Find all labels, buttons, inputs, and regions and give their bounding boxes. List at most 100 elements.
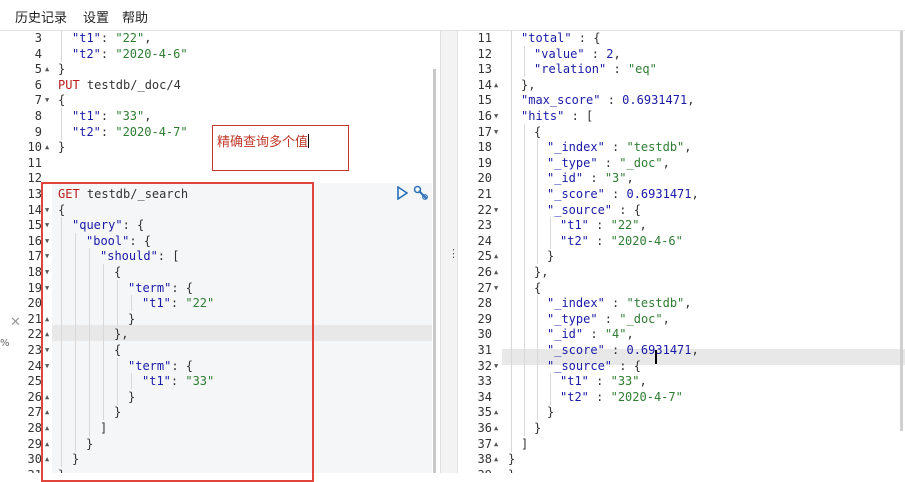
code-token: "_score"	[547, 187, 605, 201]
line-number: 6	[34, 77, 42, 92]
code-text: "_source" : {	[547, 202, 641, 218]
code-token: ]	[521, 436, 529, 451]
line-number: 15	[27, 218, 42, 233]
code-text: "t1" : "33",	[560, 373, 647, 389]
code-line[interactable]: 23 "t1" : "22",	[458, 217, 905, 234]
code-token: "hits"	[521, 109, 565, 123]
code-line[interactable]: 21 "_score" : 0.6931471,	[458, 186, 905, 202]
code-line[interactable]: 25 ▲}	[458, 248, 905, 265]
play-icon[interactable]	[396, 186, 408, 200]
code-line[interactable]: 6 PUT testdb/_doc/4	[0, 77, 440, 93]
line-number: 36	[477, 421, 492, 435]
code-line[interactable]: 12 "value" : 2,	[458, 45, 905, 62]
code-line[interactable]: 29 "_type" : "_doc",	[458, 310, 905, 327]
fold-open-icon[interactable]: ▼	[45, 92, 49, 108]
indent-guide	[524, 186, 525, 202]
fold-close-icon[interactable]: ▲	[494, 436, 498, 452]
code-line[interactable]: 39▲}	[458, 467, 905, 473]
code-line[interactable]: 36 ▲}	[458, 420, 905, 436]
code-line[interactable]: 11 "total" : {	[458, 31, 905, 46]
line-number: 24	[27, 358, 42, 373]
code-line[interactable]: 19 "_type" : "_doc",	[458, 154, 905, 171]
code-line[interactable]: 31 "_score" : 0.6931471,	[458, 342, 905, 358]
menu-settings[interactable]: 设置	[83, 7, 109, 26]
line-number: 20	[27, 296, 42, 311]
line-number: 8	[34, 109, 42, 123]
code-text: "t1": "33",	[72, 108, 152, 124]
code-line[interactable]: 14 ▲},	[458, 76, 905, 93]
code-line[interactable]: 35 ▲}	[458, 404, 905, 421]
fold-close-icon[interactable]: ▲	[494, 467, 498, 473]
indent-guide	[511, 123, 512, 140]
fold-open-icon[interactable]: ▼	[494, 108, 498, 124]
fold-close-icon[interactable]: ▲	[45, 139, 49, 155]
code-line[interactable]: 16 ▼ "hits" : [	[458, 108, 905, 124]
indent-guide	[550, 232, 551, 249]
code-line[interactable]: 8 "t1": "33",	[0, 108, 440, 124]
code-line[interactable]: 27 ▼ {	[458, 279, 905, 296]
code-line[interactable]: 4 "t2": "2020-4-6"	[0, 45, 440, 62]
code-line[interactable]: 18 "_index" : "testdb",	[458, 139, 905, 156]
code-line[interactable]: 22 ▼ "_source" : {	[458, 201, 905, 218]
menu-help[interactable]: 帮助	[122, 7, 148, 26]
code-line[interactable]: 5 ▲}	[0, 61, 440, 77]
code-line[interactable]: 26 ▲},	[458, 264, 905, 280]
code-line[interactable]: 34 "t2" : "2020-4-7"	[458, 388, 905, 405]
code-token: :	[583, 327, 605, 342]
response-viewer[interactable]: 11 "total" : {12 "value" : 2, 13 "relation" …	[458, 31, 905, 473]
code-line[interactable]: 17 ▼ {	[458, 123, 905, 140]
indent-guide	[511, 326, 512, 343]
fold-close-icon[interactable]: ▲	[494, 451, 498, 467]
code-token: :	[584, 46, 607, 61]
line-number: 16	[477, 109, 492, 123]
code-token: "2020-4-6"	[115, 46, 188, 61]
code-line[interactable]: 13 "relation" : "eq"	[458, 61, 905, 78]
code-line[interactable]: 15 "max_score" : 0.6931471,	[458, 92, 905, 109]
indent-guide	[550, 217, 551, 234]
code-token: {	[534, 124, 542, 139]
code-token: "total"	[521, 31, 572, 45]
code-line[interactable]: 28 "_index" : "testdb",	[458, 295, 905, 312]
code-line[interactable]: 30 "_id" : "4",	[458, 326, 905, 343]
fold-close-icon[interactable]: ▲	[494, 264, 498, 280]
menu-history[interactable]: 历史记录	[15, 7, 67, 26]
code-token: "t1"	[560, 374, 589, 389]
left-scrollbar[interactable]	[433, 69, 436, 473]
code-line[interactable]: 20 "_id" : "3",	[458, 170, 905, 187]
code-token: "t2"	[72, 46, 101, 61]
code-token: ,	[613, 46, 621, 61]
code-token: "_doc"	[619, 311, 663, 326]
code-token: "t1"	[560, 218, 589, 233]
code-line[interactable]: 37 ▲]	[458, 435, 905, 452]
code-line[interactable]: 7 ▼ {	[0, 92, 440, 108]
indent-guide	[537, 373, 538, 390]
code-token: "_index"	[547, 296, 605, 311]
line-number: 23	[477, 218, 492, 233]
indent-guide	[511, 45, 512, 62]
pane-divider[interactable]: ⋮	[440, 31, 459, 473]
indent-guide	[537, 232, 538, 249]
fold-close-icon[interactable]: ▲	[45, 61, 49, 77]
fold-open-icon[interactable]: ▼	[494, 124, 498, 140]
fold-open-icon[interactable]: ▼	[494, 280, 498, 296]
indent-guide	[511, 108, 512, 124]
indent-guide	[524, 139, 525, 156]
annotation-textbox[interactable]: 精确查询多个值	[212, 125, 349, 171]
code-line[interactable]: 24 "t2" : "2020-4-6"	[458, 232, 905, 249]
fold-close-icon[interactable]: ▲	[494, 404, 498, 420]
code-token: : [	[564, 109, 594, 123]
wrench-icon[interactable]	[413, 185, 429, 201]
code-text: "_id" : "4",	[547, 326, 634, 342]
code-line[interactable]: 33 "t1" : "33",	[458, 373, 905, 390]
fold-open-icon[interactable]: ▼	[494, 358, 498, 374]
code-line[interactable]: 38 ▲}	[458, 451, 905, 467]
fold-close-icon[interactable]: ▲	[494, 248, 498, 264]
code-text: "t2" : "2020-4-6"	[560, 233, 683, 249]
right-scrollbar[interactable]	[900, 31, 903, 431]
fold-close-icon[interactable]: ▲	[494, 77, 498, 93]
fold-close-icon[interactable]: ▲	[494, 420, 498, 436]
code-line[interactable]: 3 "t1": "22",	[0, 31, 440, 46]
close-icon[interactable]: ✕	[10, 315, 21, 330]
code-line[interactable]: 32 ▼ "_source" : {	[458, 357, 905, 374]
fold-open-icon[interactable]: ▼	[494, 202, 498, 218]
